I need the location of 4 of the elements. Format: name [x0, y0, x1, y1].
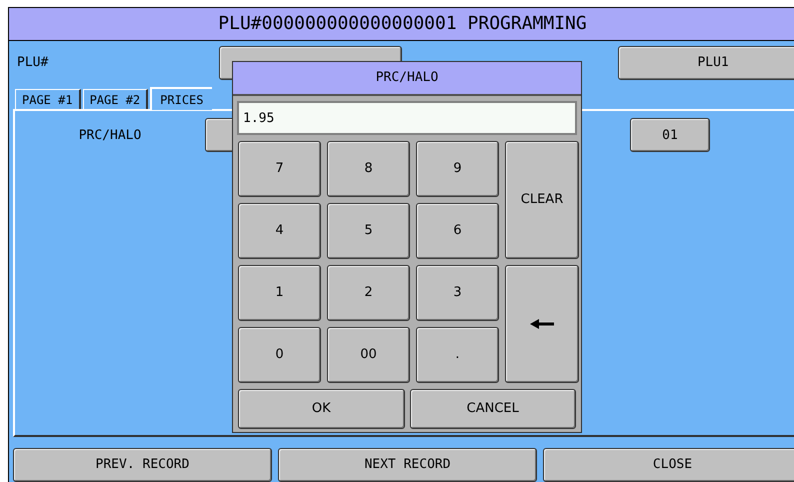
price-label: PRC/HALO — [78, 126, 142, 145]
window-title: PLU#000000000000000001 PROGRAMMING — [9, 8, 794, 41]
plu-label: PLU# — [17, 54, 50, 72]
dialog-title: PRC/HALO — [233, 62, 581, 96]
